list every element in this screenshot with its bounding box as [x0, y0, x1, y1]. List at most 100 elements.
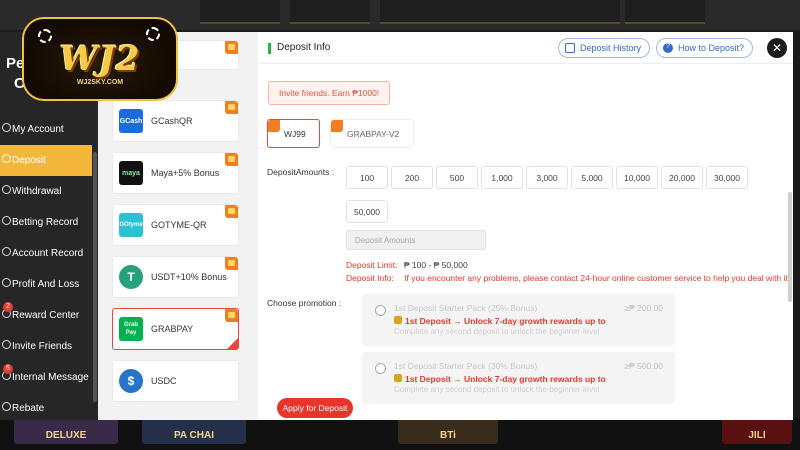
sidebar-item-profit-and-loss[interactable]: Profit And Loss: [0, 269, 92, 300]
promotion-min-amount: ≥₱ 200.00: [624, 303, 663, 313]
question-icon: ?: [663, 43, 673, 53]
notification-badge: 5: [3, 364, 13, 374]
sidebar-item-label: Rebate: [12, 403, 45, 414]
promo-flag-icon: [225, 257, 238, 270]
deposit-info: Deposit Info: If you encounter any probl…: [346, 273, 788, 283]
game-title: DELUXE: [45, 430, 87, 441]
sidebar-item-internal-message[interactable]: 5 Internal Message: [0, 362, 92, 393]
wallet-icon: [2, 154, 11, 163]
panel-scrollbar[interactable]: [788, 192, 792, 302]
promo-flag-icon: [225, 309, 238, 322]
promotion-title: 1st Deposit Starter Pack (25% Bonus): [394, 303, 538, 313]
amount-option[interactable]: 1,000: [481, 166, 523, 189]
sub-channel-wj99[interactable]: WJ99: [267, 119, 320, 148]
user-icon: [2, 123, 11, 132]
bg-game-tile: [290, 0, 370, 24]
bg-game-tile: [460, 0, 540, 24]
promo-flag-icon: [331, 120, 343, 132]
deposit-history-button[interactable]: Deposit History: [558, 38, 651, 58]
game-title: PA CHAI: [174, 430, 214, 441]
amount-option[interactable]: 200: [391, 166, 433, 189]
selected-check-icon: [227, 338, 238, 349]
promo-flag-icon: [225, 153, 238, 166]
grabpay-logo-icon: Grab Pay: [119, 317, 143, 341]
how-to-deposit-button[interactable]: ? How to Deposit?: [656, 38, 754, 58]
deposit-amounts-label: DepositAmounts :: [267, 167, 335, 177]
record-icon: [2, 216, 11, 225]
promo-flag-icon: [268, 120, 280, 132]
gift-icon: [394, 316, 402, 324]
promo-flag-icon: [225, 41, 238, 54]
chart-icon: [2, 278, 11, 287]
sidebar-item-label: Betting Record: [12, 217, 79, 228]
promotion-option[interactable]: 1st Deposit Starter Pack (25% Bonus) ≥₱ …: [362, 294, 675, 346]
amount-option[interactable]: 3,000: [526, 166, 568, 189]
channel-label: GRABPAY: [151, 324, 194, 334]
sub-channel-grabpay-v2[interactable]: GRABPAY-V2: [330, 119, 414, 148]
notification-badge: 2: [3, 302, 13, 312]
page-title: Deposit Info: [277, 42, 331, 53]
channel-label: Maya+5% Bonus: [151, 168, 220, 178]
game-tile[interactable]: JILI: [722, 418, 792, 444]
channel-label: GOTYME-QR: [151, 220, 207, 230]
bg-game-tile: [540, 0, 620, 24]
deposit-panel: Deposit Info Deposit History ? How to Dep…: [258, 32, 793, 420]
channel-item-usdc[interactable]: $ USDC: [112, 360, 239, 402]
gift-icon: [394, 374, 402, 382]
sidebar-item-label: Account Record: [12, 248, 84, 259]
maya-logo-icon: maya: [119, 161, 143, 185]
deposit-limit-label: Deposit Limit:: [346, 260, 398, 270]
amount-option[interactable]: 50,000: [346, 200, 388, 223]
sidebar-item-deposit[interactable]: Deposit: [0, 145, 92, 176]
amount-option[interactable]: 500: [436, 166, 478, 189]
withdraw-icon: [2, 185, 11, 194]
sidebar-item-label: Deposit: [12, 155, 46, 166]
game-tile[interactable]: BTi: [398, 418, 498, 444]
deposit-limit: Deposit Limit: ₱ 100 - ₱ 50,000: [346, 260, 468, 270]
sidebar-item-reward-center[interactable]: 2 Reward Center: [0, 300, 92, 331]
game-tile[interactable]: PA CHAI: [142, 418, 246, 444]
channel-label: USDC: [151, 376, 177, 386]
amount-option[interactable]: 30,000: [706, 166, 748, 189]
promo-flag-icon: [225, 205, 238, 218]
list-icon: [2, 247, 11, 256]
title-accent-bar: [268, 43, 271, 54]
bg-game-tile: [625, 0, 705, 24]
sidebar-item-withdrawal[interactable]: Withdrawal: [0, 176, 92, 207]
sidebar-item-account-record[interactable]: Account Record: [0, 238, 92, 269]
sidebar-scrollbar[interactable]: [93, 152, 97, 402]
channel-item-gcashqr[interactable]: GCash GCashQR: [112, 100, 239, 142]
apply-deposit-button[interactable]: Apply for Deposit: [277, 398, 353, 418]
sidebar-item-my-account[interactable]: My Account: [0, 114, 92, 145]
gcash-logo-icon: GCash: [119, 109, 143, 133]
amount-option[interactable]: 10,000: [616, 166, 658, 189]
channel-item-maya[interactable]: maya Maya+5% Bonus: [112, 152, 239, 194]
close-button[interactable]: ✕: [767, 38, 787, 58]
sidebar-item-label: Reward Center: [12, 310, 80, 321]
channel-label: USDT+10% Bonus: [151, 272, 227, 282]
promotion-description-text: 1st Deposit → Unlock 7-day growth reward…: [405, 374, 606, 384]
amount-option[interactable]: 20,000: [661, 166, 703, 189]
gotyme-logo-icon: GOtyme: [119, 213, 143, 237]
amount-option[interactable]: 100: [346, 166, 388, 189]
history-icon: [565, 43, 575, 53]
deposit-amount-input[interactable]: [346, 230, 486, 250]
promotion-option[interactable]: 1st Deposit Starter Pack (30% Bonus) ≥₱ …: [362, 352, 675, 404]
promotion-radio[interactable]: [375, 363, 386, 374]
promotion-description: 1st Deposit → Unlock 7-day growth reward…: [394, 374, 606, 384]
sidebar-item-rebate[interactable]: Rebate: [0, 393, 92, 424]
sub-channel-label: GRABPAY-V2: [347, 128, 400, 139]
deposit-limit-value: ₱ 100 - ₱ 50,000: [403, 260, 468, 270]
channel-item-gotyme-qr[interactable]: GOtyme GOTYME-QR: [112, 204, 239, 246]
rebate-icon: [2, 402, 11, 411]
sidebar-item-invite-friends[interactable]: Invite Friends: [0, 331, 92, 362]
invite-banner[interactable]: Invite friends. Earn ₱1000!: [268, 81, 391, 105]
channel-item-usdt[interactable]: T USDT+10% Bonus: [112, 256, 239, 298]
amount-option[interactable]: 5,000: [571, 166, 613, 189]
game-title: BTi: [440, 430, 456, 441]
sidebar-item-betting-record[interactable]: Betting Record: [0, 207, 92, 238]
channel-item-grabpay[interactable]: Grab Pay GRABPAY: [112, 308, 239, 350]
wj2-logo[interactable]: WJ2 WJ2SKY.COM: [22, 17, 178, 101]
promotion-radio[interactable]: [375, 305, 386, 316]
sidebar-menu: My Account Deposit Withdrawal Betting Re…: [0, 114, 92, 424]
